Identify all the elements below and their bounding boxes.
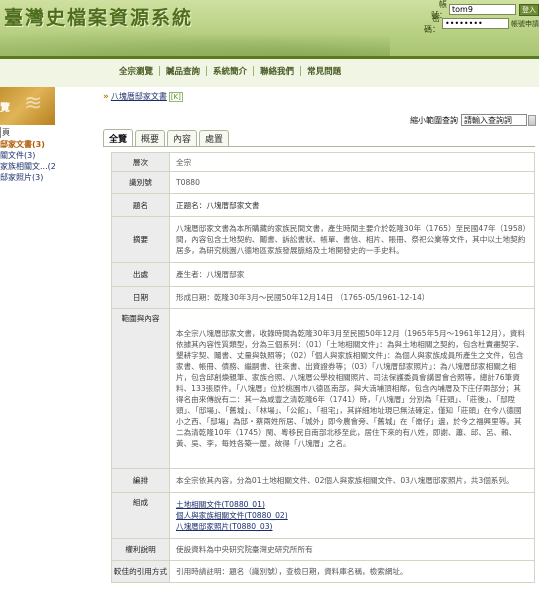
field-key: 識別號 bbox=[111, 171, 170, 194]
field-key: 日期 bbox=[111, 286, 170, 309]
breadcrumb-tag[interactable]: [K] bbox=[168, 91, 183, 102]
breadcrumb-arrow-icon: » bbox=[103, 91, 109, 102]
detail-table: 層次 全宗 識別號 T0880 題名 正題名：八塊厝邸家文書 摘要 八塊厝邸家文… bbox=[111, 152, 535, 583]
field-key: 出處 bbox=[111, 262, 170, 287]
table-row: 出處 產生者：八塊厝邸家 bbox=[111, 262, 535, 287]
register-link[interactable]: 帳號申請 bbox=[511, 19, 539, 29]
sidebar-tree: 頁 邸家文書(3) 關文件(3) 家族相關文...(2) 邸家照片(3) bbox=[0, 127, 55, 183]
field-value: 本全宗依其內容，分為01土地相關文件、02個人與家族相關文件、03八塊厝邸家照片… bbox=[169, 468, 535, 493]
nav-search[interactable]: 贓品查詢 bbox=[160, 65, 206, 77]
field-key: 層次 bbox=[111, 152, 170, 172]
tab-content[interactable]: 內容 bbox=[167, 130, 198, 146]
narrow-search: 縮小範圍查詢 bbox=[410, 114, 536, 126]
nav-stripe bbox=[0, 56, 539, 59]
sidebar-item-photos[interactable]: 邸家照片(3) bbox=[0, 172, 55, 183]
field-value: 本全宗八塊厝邸家文書，收錄時間為乾隆30年3月至民國50年12月（1965年5月… bbox=[169, 308, 535, 469]
series-link-land[interactable]: 土地相關文件(T0880_01) bbox=[176, 499, 528, 510]
field-value: 形成日期：乾隆30年3月～民國50年12月14日 （1765-05/1961-1… bbox=[169, 286, 535, 309]
narrow-search-label: 縮小範圍查詢 bbox=[410, 115, 458, 125]
password-label: 密碼： bbox=[424, 13, 440, 34]
field-key: 編排 bbox=[111, 468, 170, 493]
field-key: 摘要 bbox=[111, 216, 170, 263]
sidebar-banner-text: 覽 bbox=[0, 103, 10, 114]
series-link-family[interactable]: 個人與家族相關文件(T0880_02) bbox=[176, 510, 528, 521]
nav-faq[interactable]: 常見問題 bbox=[301, 65, 347, 77]
sidebar: 覽 ≋ 頁 邸家文書(3) 關文件(3) 家族相關文...(2) 邸家照片(3) bbox=[0, 87, 55, 600]
field-value: T0880 bbox=[169, 171, 535, 194]
sidebar-item-family-docs[interactable]: 家族相關文...(2) bbox=[0, 161, 55, 172]
field-value: 土地相關文件(T0880_01) 個人與家族相關文件(T0880_02) 八塊厝… bbox=[169, 492, 535, 539]
tab-disposition[interactable]: 處置 bbox=[199, 130, 230, 146]
breadcrumb-fonds-link[interactable]: 八塊厝邸家文書 bbox=[111, 91, 167, 102]
password-row: 密碼： 帳號申請 bbox=[418, 14, 539, 34]
table-row: 範圍與內容 本全宗八塊厝邸家文書，收錄時間為乾隆30年3月至民國50年12月（1… bbox=[111, 308, 535, 469]
password-input[interactable] bbox=[442, 18, 509, 29]
field-key: 題名 bbox=[111, 193, 170, 217]
table-row: 摘要 八塊厝邸家文書為本所購藏的家族民間文書，產生時間主要介於乾隆30年（176… bbox=[111, 216, 535, 263]
table-row: 編排 本全宗依其內容，分為01土地相關文件、02個人與家族相關文件、03八塊厝邸… bbox=[111, 468, 535, 493]
table-row: 日期 形成日期：乾隆30年3月～民國50年12月14日 （1765-05/196… bbox=[111, 286, 535, 309]
table-row: 題名 正題名：八塊厝邸家文書 bbox=[111, 193, 535, 217]
field-value: 全宗 bbox=[169, 152, 535, 172]
field-key: 較佳的引用方式 bbox=[111, 560, 170, 583]
table-row: 層次 全宗 bbox=[111, 152, 535, 172]
tree-root[interactable]: 頁 bbox=[0, 127, 10, 138]
field-value: 引用時請註明：題名（識別號），查檢日期，資料庫名稱，檢索網址。 bbox=[169, 560, 535, 583]
site-title[interactable]: 臺灣史檔案資源系統 bbox=[4, 3, 193, 30]
sidebar-item-land-docs[interactable]: 關文件(3) bbox=[0, 150, 55, 161]
account-row: 帳號： 登入 bbox=[425, 0, 539, 20]
field-value: 產生者：八塊厝邸家 bbox=[169, 262, 535, 287]
breadcrumb: » 八塊厝邸家文書 [K] bbox=[103, 91, 183, 102]
account-input[interactable] bbox=[449, 4, 516, 15]
table-row: 較佳的引用方式 引用時請註明：題名（識別號），查檢日期，資料庫名稱，檢索網址。 bbox=[111, 560, 535, 583]
table-row: 組成 土地相關文件(T0880_01) 個人與家族相關文件(T0880_02) … bbox=[111, 492, 535, 539]
table-row: 權利說明 使設資料為中央研究院臺灣史研究所所有 bbox=[111, 538, 535, 561]
field-key: 組成 bbox=[111, 492, 170, 539]
field-key: 範圍與內容 bbox=[111, 308, 170, 469]
main-nav: 全宗瀏覽 贓品查詢 系統簡介 聯絡我們 常見問題 bbox=[113, 64, 347, 78]
tab-overview[interactable]: 全覽 bbox=[103, 129, 134, 146]
sidebar-item-fonds[interactable]: 邸家文書(3) bbox=[0, 139, 55, 150]
nav-contact[interactable]: 聯絡我們 bbox=[254, 65, 300, 77]
search-input[interactable] bbox=[461, 114, 527, 126]
tab-underline bbox=[103, 146, 535, 147]
search-button[interactable] bbox=[528, 114, 536, 126]
nav-browse-fonds[interactable]: 全宗瀏覽 bbox=[113, 65, 159, 77]
detail-tabs: 全覽 概要 內容 處置 bbox=[103, 129, 231, 146]
table-row: 識別號 T0880 bbox=[111, 171, 535, 194]
tab-summary[interactable]: 概要 bbox=[135, 130, 166, 146]
field-value: 八塊厝邸家文書為本所購藏的家族民間文書，產生時間主要介於乾隆30年（1765）至… bbox=[169, 216, 535, 263]
field-value: 使設資料為中央研究院臺灣史研究所所有 bbox=[169, 538, 535, 561]
sidebar-banner: 覽 ≋ bbox=[0, 87, 55, 125]
site-header: 臺灣史檔案資源系統 帳號： 登入 密碼： 帳號申請 bbox=[0, 0, 539, 56]
field-key: 權利說明 bbox=[111, 538, 170, 561]
field-value: 正題名：八塊厝邸家文書 bbox=[169, 193, 535, 217]
login-button[interactable]: 登入 bbox=[519, 3, 539, 16]
header-landscape bbox=[0, 30, 390, 56]
series-link-photos[interactable]: 八塊厝邸家照片(T0880_03) bbox=[176, 521, 528, 532]
nav-about[interactable]: 系統簡介 bbox=[207, 65, 253, 77]
brush-stroke-icon: ≋ bbox=[24, 91, 43, 116]
